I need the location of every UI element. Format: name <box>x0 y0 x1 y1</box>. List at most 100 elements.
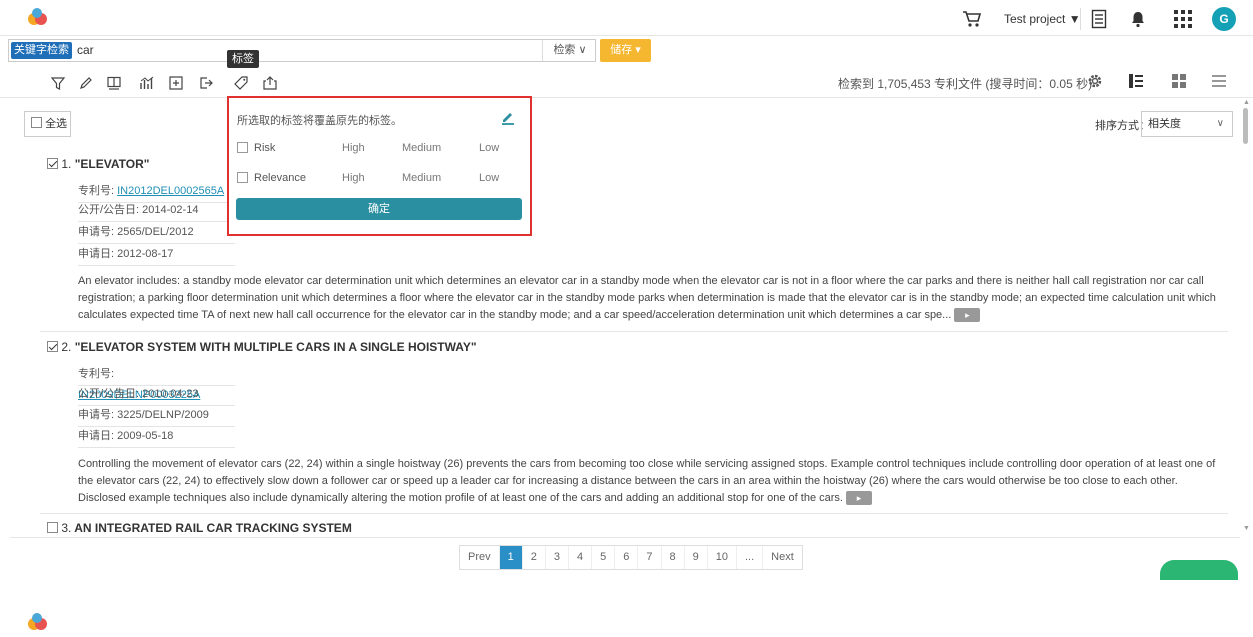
page-button[interactable]: 9 <box>685 546 708 569</box>
compare-icon[interactable] <box>168 75 184 91</box>
application-number: 申请号: 2565/DEL/2012 <box>78 222 235 244</box>
patent-number-label: 专利号: <box>78 185 115 197</box>
bell-icon[interactable] <box>1130 10 1146 28</box>
edit-pencil-icon[interactable] <box>499 108 517 126</box>
sort-dropdown[interactable]: 相关度 ∨ <box>1141 111 1233 137</box>
app-logo-icon[interactable] <box>26 7 48 27</box>
filter-icon[interactable] <box>50 75 66 91</box>
page-button[interactable]: 4 <box>569 546 593 569</box>
chart-icon[interactable] <box>139 75 155 91</box>
page-ellipsis: ... <box>737 546 764 569</box>
patent-checkbox[interactable] <box>47 522 58 533</box>
patent-index: 3. <box>61 521 72 535</box>
apps-grid-icon[interactable] <box>1174 10 1192 28</box>
level-medium-option[interactable]: Medium <box>402 142 441 154</box>
patent-title[interactable]: 1. "ELEVATOR" <box>47 157 149 171</box>
abstract-text: Controlling the movement of elevator car… <box>78 458 1216 504</box>
scroll-down-arrow[interactable]: ▼ <box>1243 525 1250 532</box>
label-name: Relevance <box>254 172 306 184</box>
top-bar: Test project ▼ G <box>0 0 1253 36</box>
page-button[interactable]: 10 <box>708 546 737 569</box>
patent-number-row: 专利号: IN2009DELNP0003225A <box>78 364 235 401</box>
confirm-button[interactable]: 确定 <box>236 198 522 220</box>
app-logo-icon <box>28 613 47 630</box>
publication-date: 公开/公告日: 2010-04-23 <box>78 384 235 406</box>
application-number: 申请号: 3225/DELNP/2009 <box>78 405 235 427</box>
detail-view-icon[interactable] <box>1127 72 1145 90</box>
document-icon[interactable] <box>1091 9 1107 29</box>
select-all-label: 全选 <box>45 118 68 130</box>
level-low-option[interactable]: Low <box>479 142 499 154</box>
checkbox[interactable] <box>31 117 42 128</box>
label-name: Risk <box>254 142 276 154</box>
search-mode-tag[interactable]: 关键字检索 <box>11 42 72 59</box>
patent-checkbox[interactable] <box>47 341 58 352</box>
label-row-relevance: Relevance High Medium Low <box>237 172 527 188</box>
sort-value: 相关度 <box>1148 118 1181 130</box>
patent-checkbox[interactable] <box>47 158 58 169</box>
publication-date: 公开/公告日: 2014-02-14 <box>78 200 235 222</box>
search-input[interactable]: car <box>77 42 94 59</box>
label-checkbox[interactable] <box>237 142 248 153</box>
patent-title-text[interactable]: AN INTEGRATED RAIL CAR TRACKING SYSTEM <box>74 521 352 535</box>
divider <box>40 331 1228 332</box>
select-all-checkbox[interactable]: 全选 <box>24 111 71 137</box>
page-button[interactable]: 2 <box>523 546 546 569</box>
separator <box>1080 8 1081 30</box>
label-row-risk: Risk High Medium Low <box>237 142 527 158</box>
page-button[interactable]: 3 <box>546 546 569 569</box>
prev-page-button[interactable]: Prev <box>460 546 500 569</box>
pagination: Prev 1 2 3 4 5 6 7 8 9 10 ... Next <box>459 545 803 570</box>
patent-title[interactable]: 2. "ELEVATOR SYSTEM WITH MULTIPLE CARS I… <box>47 340 477 354</box>
tag-tooltip: 标签 <box>227 50 259 68</box>
patent-number-link[interactable]: IN2012DEL0002565A <box>117 185 224 197</box>
patent-title-text[interactable]: "ELEVATOR" <box>75 157 150 171</box>
tag-icon[interactable] <box>233 75 249 91</box>
book-icon[interactable] <box>106 75 122 91</box>
share-icon[interactable] <box>262 75 278 91</box>
settings-gear-icon[interactable] <box>1086 72 1104 90</box>
grid-view-icon[interactable] <box>1170 72 1188 90</box>
level-high-option[interactable]: High <box>342 172 365 184</box>
patent-abstract: An elevator includes: a standby mode ele… <box>78 273 1223 324</box>
chevron-down-icon: ∨ <box>1216 118 1224 129</box>
cart-icon[interactable] <box>962 10 982 28</box>
page-button[interactable]: 6 <box>615 546 639 569</box>
highlight-icon[interactable] <box>78 75 94 91</box>
patent-title[interactable]: 3. AN INTEGRATED RAIL CAR TRACKING SYSTE… <box>47 521 352 535</box>
chat-widget-button[interactable] <box>1160 560 1238 580</box>
label-checkbox[interactable] <box>237 172 248 183</box>
level-low-option[interactable]: Low <box>479 172 499 184</box>
search-button[interactable]: 检索 ∨ <box>542 40 597 61</box>
divider <box>40 513 1228 514</box>
patent-title-text[interactable]: "ELEVATOR SYSTEM WITH MULTIPLE CARS IN A… <box>75 340 477 354</box>
popup-title: 所选取的标签将覆盖原先的标签。 <box>237 115 402 127</box>
save-button[interactable]: 储存 ▾ <box>600 39 651 62</box>
search-bar: 关键字检索 car 检索 ∨ <box>8 39 596 62</box>
level-high-option[interactable]: High <box>342 142 365 154</box>
page-button[interactable]: 1 <box>499 546 523 569</box>
page-button[interactable]: 8 <box>662 546 685 569</box>
divider <box>10 537 1240 538</box>
patent-number-label: 专利号: <box>78 368 115 380</box>
project-selector[interactable]: Test project ▼ <box>1004 12 1081 26</box>
abstract-text: An elevator includes: a standby mode ele… <box>78 275 1216 321</box>
scroll-up-arrow[interactable]: ▲ <box>1243 99 1250 106</box>
next-page-button[interactable]: Next <box>763 546 802 569</box>
label-popup: 所选取的标签将覆盖原先的标签。 Risk High Medium Low Rel… <box>227 96 532 236</box>
export-icon[interactable] <box>198 75 214 91</box>
expand-abstract-icon[interactable]: ▸ <box>954 308 981 323</box>
expand-abstract-icon[interactable]: ▸ <box>846 491 873 506</box>
application-date: 申请日: 2012-08-17 <box>78 244 235 266</box>
scrollbar[interactable] <box>1243 108 1248 144</box>
page-button[interactable]: 7 <box>638 546 662 569</box>
patent-index: 1. <box>61 157 72 171</box>
page-button[interactable]: 5 <box>592 546 616 569</box>
list-view-icon[interactable] <box>1210 72 1228 90</box>
application-date: 申请日: 2009-05-18 <box>78 426 235 448</box>
patent-index: 2. <box>61 340 72 354</box>
patent-abstract: Controlling the movement of elevator car… <box>78 456 1223 507</box>
level-medium-option[interactable]: Medium <box>402 172 441 184</box>
user-avatar[interactable]: G <box>1212 7 1236 31</box>
result-count: 检索到 1,705,453 专利文件 (搜寻时间：0.05 秒) <box>838 77 1093 91</box>
